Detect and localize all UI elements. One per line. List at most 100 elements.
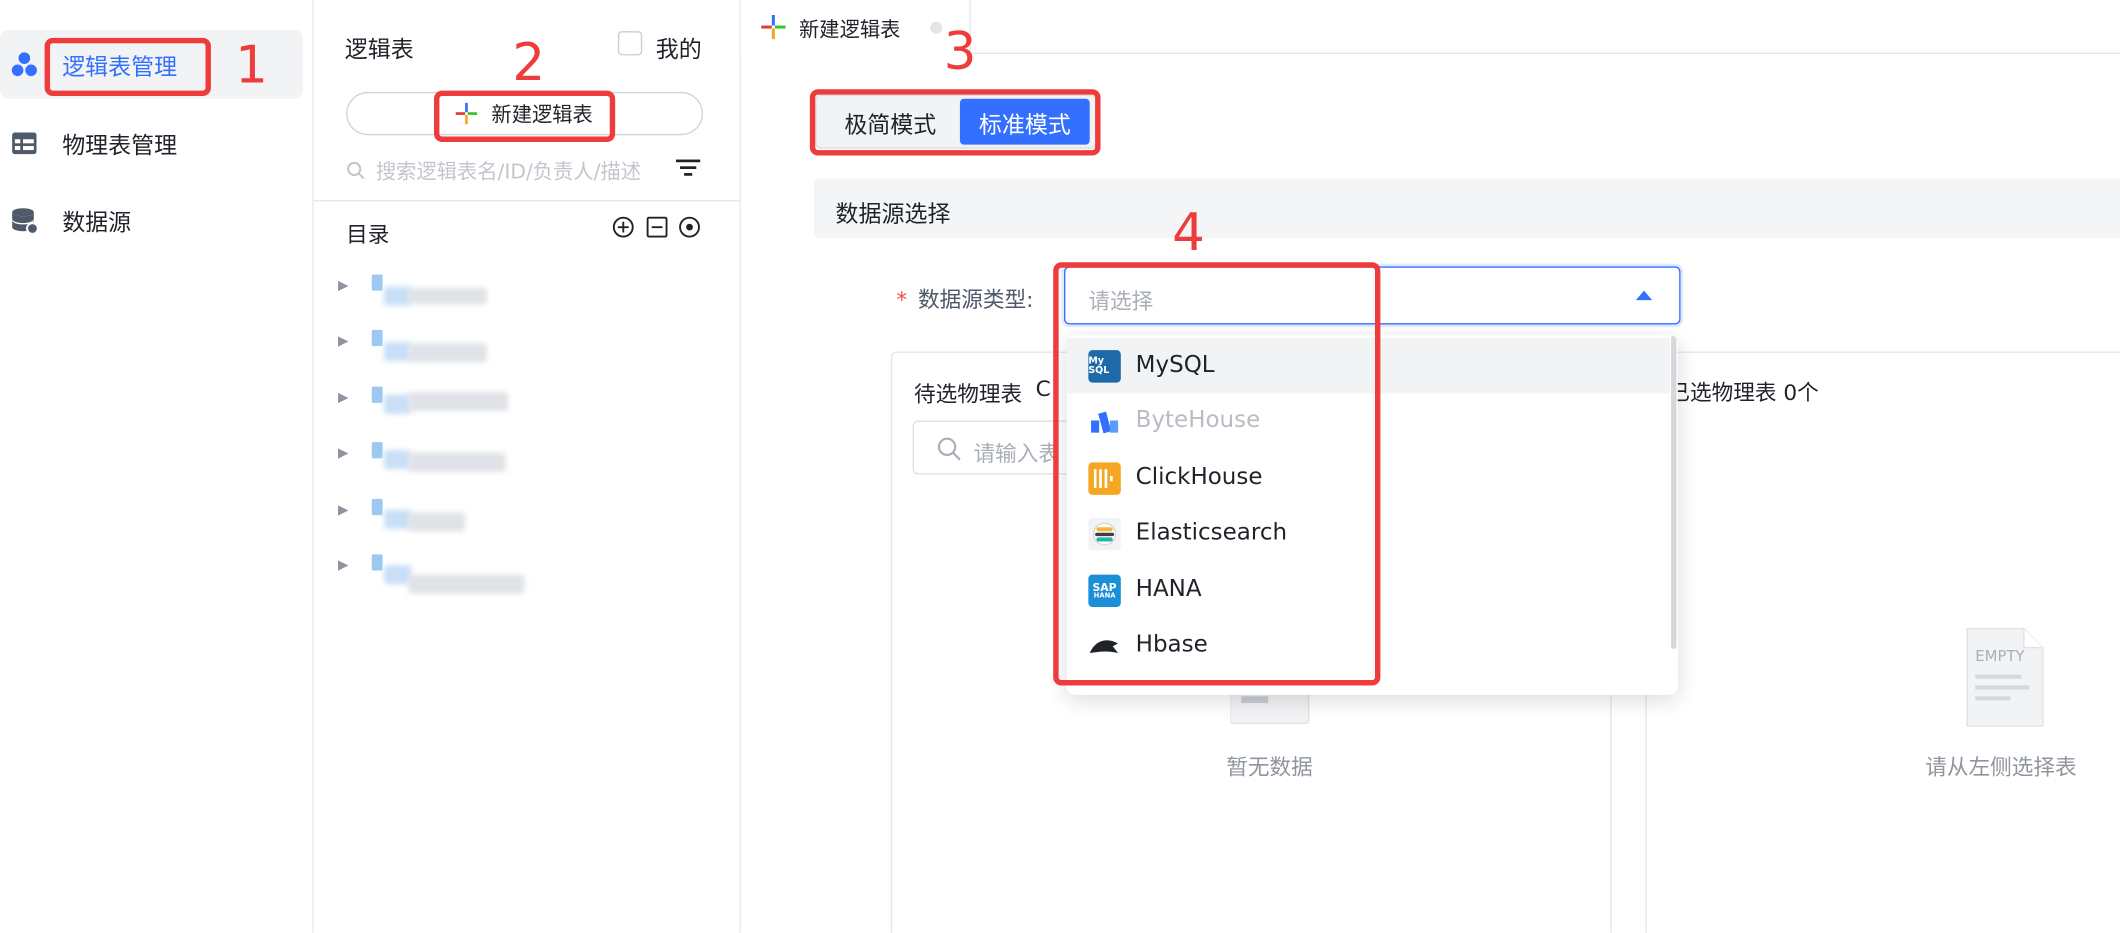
selected-tables-title: 已选物理表 0个 [1668, 379, 1819, 406]
redacted-text [383, 286, 412, 306]
folder-icon [371, 498, 383, 516]
tree-item[interactable]: ▶ [335, 381, 578, 422]
option-elasticsearch[interactable]: Elasticsearch [1067, 506, 1670, 561]
elasticsearch-logo-icon [1088, 517, 1121, 551]
new-button-label: 新建逻辑表 [491, 102, 593, 127]
mode-toggle: 极简模式 标准模式 [815, 94, 1097, 149]
empty-file-icon: EMPTY [1966, 628, 2044, 727]
sidebar-item-physical-table[interactable]: 物理表管理 [0, 108, 303, 177]
tree-item[interactable]: ▶ [335, 493, 578, 534]
empty-text: 暂无数据 [1226, 754, 1313, 781]
required-mark: * [896, 286, 908, 313]
redacted-text [408, 452, 506, 472]
option-label: HANA [1135, 575, 1202, 603]
caret-up-icon [1635, 290, 1653, 301]
folder-icon [371, 386, 383, 403]
option-hbase[interactable]: Hbase [1067, 618, 1670, 673]
caret-right-icon: ▶ [338, 278, 349, 294]
table-search-placeholder: 请输入表 [973, 440, 1060, 467]
tab-label: 新建逻辑表 [799, 17, 901, 42]
panel-title: 逻辑表 [344, 36, 414, 64]
divider [313, 200, 741, 202]
caret-right-icon: ▶ [338, 446, 349, 462]
tree-item[interactable]: ▶ [335, 549, 578, 594]
section-title: 数据源选择 [835, 201, 951, 229]
option-clickhouse[interactable]: ClickHouse [1067, 450, 1670, 505]
redacted-text [408, 287, 487, 305]
app-root: 逻辑表管理 物理表管理 数据源 逻辑表 我的 新建逻辑表 搜索逻辑表名/ID/负… [0, 0, 2120, 933]
datasource-dropdown: My SQL MySQL ByteHouse ClickHouse Elasti… [1066, 335, 1678, 695]
option-label: Hbase [1135, 631, 1208, 659]
caret-right-icon: ▶ [338, 502, 349, 518]
caret-right-icon: ▶ [338, 558, 349, 574]
hbase-logo-icon [1088, 630, 1120, 662]
new-logical-table-button[interactable]: 新建逻辑表 [346, 91, 704, 136]
search-input[interactable]: 搜索逻辑表名/ID/负责人/描述 [346, 151, 706, 189]
redacted-text [383, 394, 412, 414]
sidebar-item-label: 逻辑表管理 [62, 54, 178, 82]
candidate-tables-title: 待选物理表 [913, 381, 1023, 407]
table-icon [9, 128, 39, 158]
search-icon [347, 161, 365, 180]
caret-right-icon: ▶ [338, 333, 349, 349]
annotation-number-4: 4 [1172, 202, 1205, 263]
datasource-type-label: * 数据源类型: [896, 281, 1033, 313]
mysql-logo-icon: My SQL [1088, 350, 1121, 383]
section-header: 数据源选择 [813, 178, 2120, 238]
option-label: ByteHouse [1135, 406, 1261, 434]
option-label: ClickHouse [1135, 463, 1263, 491]
dropdown-scrollbar[interactable] [1671, 335, 1677, 649]
add-circle-icon[interactable] [612, 216, 634, 238]
search-placeholder: 搜索逻辑表名/ID/负责人/描述 [375, 158, 642, 184]
redacted-text [383, 565, 412, 585]
redacted-text [383, 450, 412, 470]
tab-new-logical-table[interactable]: 新建逻辑表 [740, 0, 971, 55]
option-mysql[interactable]: My SQL MySQL [1066, 338, 1670, 394]
redacted-text [383, 509, 412, 529]
sidebar-item-datasource[interactable]: 数据源 [0, 185, 303, 254]
sidebar: 逻辑表管理 物理表管理 数据源 [0, 0, 314, 933]
bytehouse-logo-icon [1088, 406, 1120, 438]
selected-tables-panel: 已选物理表 0个 EMPTY 请从左侧选择表 [1645, 351, 2120, 933]
refresh-icon[interactable]: C [1036, 376, 1051, 402]
empty-icon-text: EMPTY [1975, 647, 2025, 665]
datasource-type-text: 数据源类型: [918, 286, 1034, 313]
directory-label: 目录 [346, 221, 390, 248]
logo-text: HANA [1093, 591, 1116, 600]
select-placeholder: 请选择 [1088, 287, 1154, 314]
redacted-text [408, 574, 525, 594]
tree-item[interactable]: ▶ [335, 437, 578, 478]
plus-icon [456, 102, 478, 125]
mode-standard-button[interactable]: 标准模式 [959, 98, 1090, 145]
empty-text: 请从左侧选择表 [1925, 754, 2077, 781]
option-bytehouse: ByteHouse [1067, 393, 1670, 448]
plus-icon [761, 14, 786, 40]
folder-icon [371, 329, 383, 347]
tab-close-icon[interactable] [930, 21, 943, 34]
datasource-type-select[interactable]: 请选择 [1064, 266, 1681, 325]
tree-item[interactable]: ▶ [335, 324, 578, 365]
mine-checkbox[interactable] [617, 31, 643, 56]
logical-table-panel: 逻辑表 我的 新建逻辑表 搜索逻辑表名/ID/负责人/描述 目录 ▶ ▶ ▶ ▶… [313, 0, 741, 933]
cubes-icon [9, 49, 39, 79]
locate-icon[interactable] [679, 216, 701, 238]
redacted-text [383, 342, 412, 361]
mine-checkbox-label: 我的 [655, 36, 702, 64]
database-icon [9, 205, 39, 235]
annotation-number-3: 3 [943, 21, 977, 82]
redacted-text [408, 392, 509, 412]
annotation-number-1: 1 [235, 35, 268, 95]
redacted-text [408, 343, 487, 363]
redacted-text [408, 512, 466, 532]
caret-right-icon: ▶ [338, 390, 349, 406]
logo-text: My SQL [1088, 355, 1110, 376]
tree-item[interactable]: ▶ [335, 269, 578, 310]
annotation-number-2: 2 [512, 32, 546, 92]
filter-icon[interactable] [676, 155, 701, 179]
sidebar-item-label: 物理表管理 [62, 132, 178, 160]
option-hana[interactable]: SAP HANA HANA [1067, 562, 1670, 617]
folder-icon [371, 274, 383, 291]
option-label: MySQL [1135, 351, 1215, 379]
mode-simple-button[interactable]: 极简模式 [821, 99, 960, 145]
collapse-all-icon[interactable] [646, 216, 668, 238]
